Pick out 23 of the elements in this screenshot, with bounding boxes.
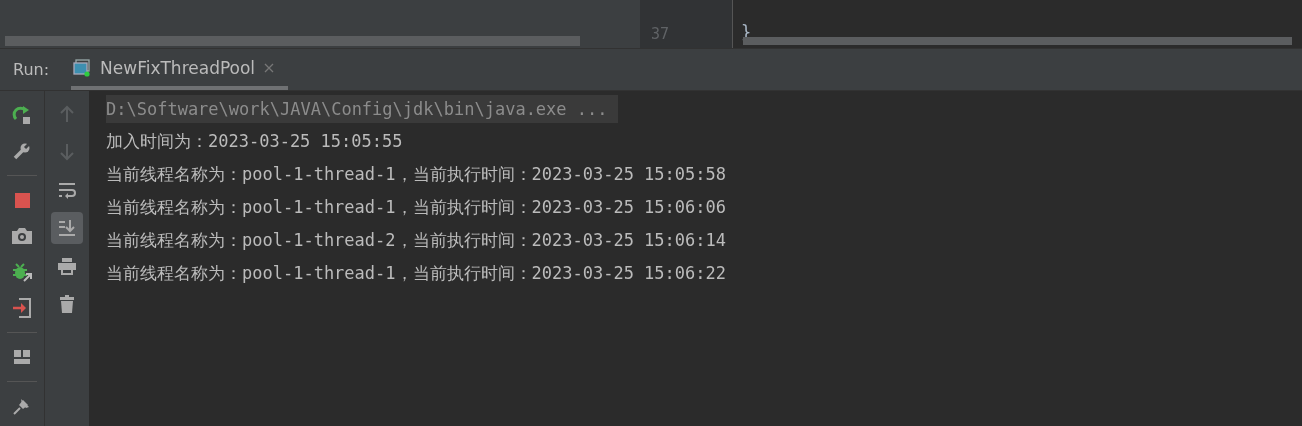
layout-icon[interactable] xyxy=(12,347,32,367)
bug-icon[interactable] xyxy=(11,261,33,283)
console-output: 当前线程名称为：pool-1-thread-2，当前执行时间：2023-03-25 15:06:14 xyxy=(106,229,726,252)
camera-icon[interactable] xyxy=(11,226,33,246)
wrap-icon xyxy=(57,180,77,200)
arrow-down-icon xyxy=(57,142,77,162)
scroll-to-end-button[interactable] xyxy=(51,212,83,244)
stop-icon[interactable] xyxy=(12,190,32,210)
run-label: Run: xyxy=(13,60,50,79)
scroll-to-end-icon xyxy=(57,218,77,238)
printer-icon xyxy=(57,256,77,276)
window-icon xyxy=(73,58,92,77)
console-output: 当前线程名称为：pool-1-thread-1，当前执行时间：2023-03-25 15:06:22 xyxy=(106,262,726,285)
console-output: 当前线程名称为：pool-1-thread-1，当前执行时间：2023-03-25 15:05:58 xyxy=(106,163,726,186)
console-output: 当前线程名称为：pool-1-thread-1，当前执行时间：2023-03-25 15:06:06 xyxy=(106,196,726,219)
trash-icon xyxy=(57,294,77,314)
console-output: 加入时间为：2023-03-25 15:05:55 xyxy=(106,130,403,153)
close-icon[interactable] xyxy=(264,62,275,73)
scrollbar[interactable] xyxy=(5,36,580,46)
pin-icon[interactable] xyxy=(12,396,32,416)
wrench-icon[interactable] xyxy=(12,141,32,161)
rerun-icon[interactable] xyxy=(12,105,32,125)
exit-icon[interactable] xyxy=(11,297,33,319)
